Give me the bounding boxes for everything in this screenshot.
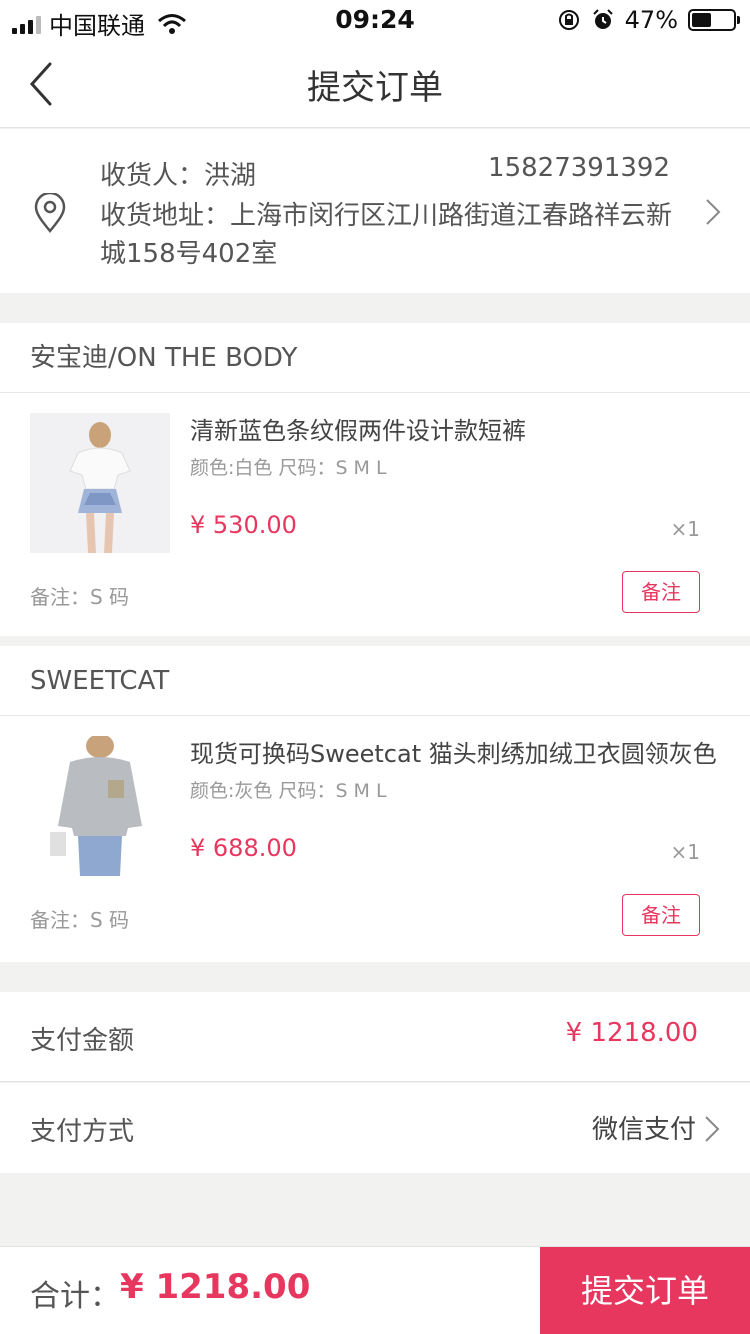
submit-order-button[interactable]: 提交订单 bbox=[540, 1247, 750, 1334]
payment-amount-label: 支付金额 bbox=[30, 1026, 135, 1056]
note-button[interactable]: 备注 bbox=[622, 571, 700, 613]
shop-name: 安宝迪/ON THE BODY bbox=[0, 323, 750, 393]
product-item: 清新蓝色条纹假两件设计款短裤 颜色:白色 尺码：S M L ¥ 530.00 ×… bbox=[0, 393, 750, 633]
order-note: 备注：S 码 bbox=[30, 585, 130, 609]
chevron-right-icon bbox=[705, 1116, 720, 1142]
total-value: ¥ 1218.00 bbox=[120, 1267, 311, 1307]
product-name: 清新蓝色条纹假两件设计款短裤 bbox=[190, 417, 526, 445]
payment-method-row[interactable]: 支付方式 微信支付 bbox=[0, 1083, 750, 1173]
shop-name: SWEETCAT bbox=[0, 646, 750, 716]
product-item: 现货可换码Sweetcat 猫头刺绣加绒卫衣圆领灰色 颜色:灰色 尺码：S M … bbox=[0, 716, 750, 956]
shop-section: SWEETCAT 现货可换码Sweetcat 猫头刺绣加绒卫衣圆领灰色 颜色:灰… bbox=[0, 646, 750, 962]
chevron-right-icon bbox=[706, 199, 721, 225]
note-button[interactable]: 备注 bbox=[622, 894, 700, 936]
battery-icon bbox=[688, 9, 740, 31]
product-price: ¥ 530.00 bbox=[190, 511, 297, 539]
product-quantity: ×1 bbox=[670, 517, 700, 541]
receiver-phone: 15827391392 bbox=[488, 153, 670, 183]
product-price: ¥ 688.00 bbox=[190, 834, 297, 862]
payment-amount-row: 支付金额 ¥ 1218.00 bbox=[0, 992, 750, 1082]
product-image[interactable] bbox=[30, 736, 170, 876]
shop-section: 安宝迪/ON THE BODY 清新蓝色条纹假两件设计款短裤 颜色:白色 尺码：… bbox=[0, 323, 750, 636]
battery-percent: 47% bbox=[624, 6, 678, 34]
alarm-icon bbox=[592, 9, 613, 29]
location-pin-icon bbox=[34, 193, 66, 233]
order-note: 备注：S 码 bbox=[30, 908, 130, 932]
payment-method-value: 微信支付 bbox=[591, 1115, 696, 1145]
total-label: 合计： bbox=[30, 1279, 120, 1314]
product-spec: 颜色:灰色 尺码：S M L bbox=[190, 780, 387, 802]
status-bar: 中国联通 09:24 47% bbox=[0, 0, 750, 40]
nav-bar: 提交订单 bbox=[0, 40, 750, 128]
page-title: 提交订单 bbox=[307, 68, 443, 108]
payment-method-label: 支付方式 bbox=[30, 1117, 135, 1147]
address-card[interactable]: 收货人：洪湖 15827391392 收货地址：上海市闵行区江川路街道江春路祥云… bbox=[0, 129, 750, 293]
rotation-lock-icon bbox=[558, 10, 579, 30]
checkout-bar: 合计： ¥ 1218.00 提交订单 bbox=[0, 1246, 750, 1334]
product-quantity: ×1 bbox=[670, 840, 700, 864]
receiver-name: 收货人：洪湖 bbox=[100, 161, 257, 191]
receiver-address: 收货地址：上海市闵行区江川路街道江春路祥云新城158号402室 bbox=[100, 201, 673, 269]
product-image[interactable] bbox=[30, 413, 170, 553]
payment-amount-value: ¥ 1218.00 bbox=[565, 1018, 698, 1048]
product-spec: 颜色:白色 尺码：S M L bbox=[190, 457, 387, 479]
product-name: 现货可换码Sweetcat 猫头刺绣加绒卫衣圆领灰色 bbox=[190, 740, 717, 768]
